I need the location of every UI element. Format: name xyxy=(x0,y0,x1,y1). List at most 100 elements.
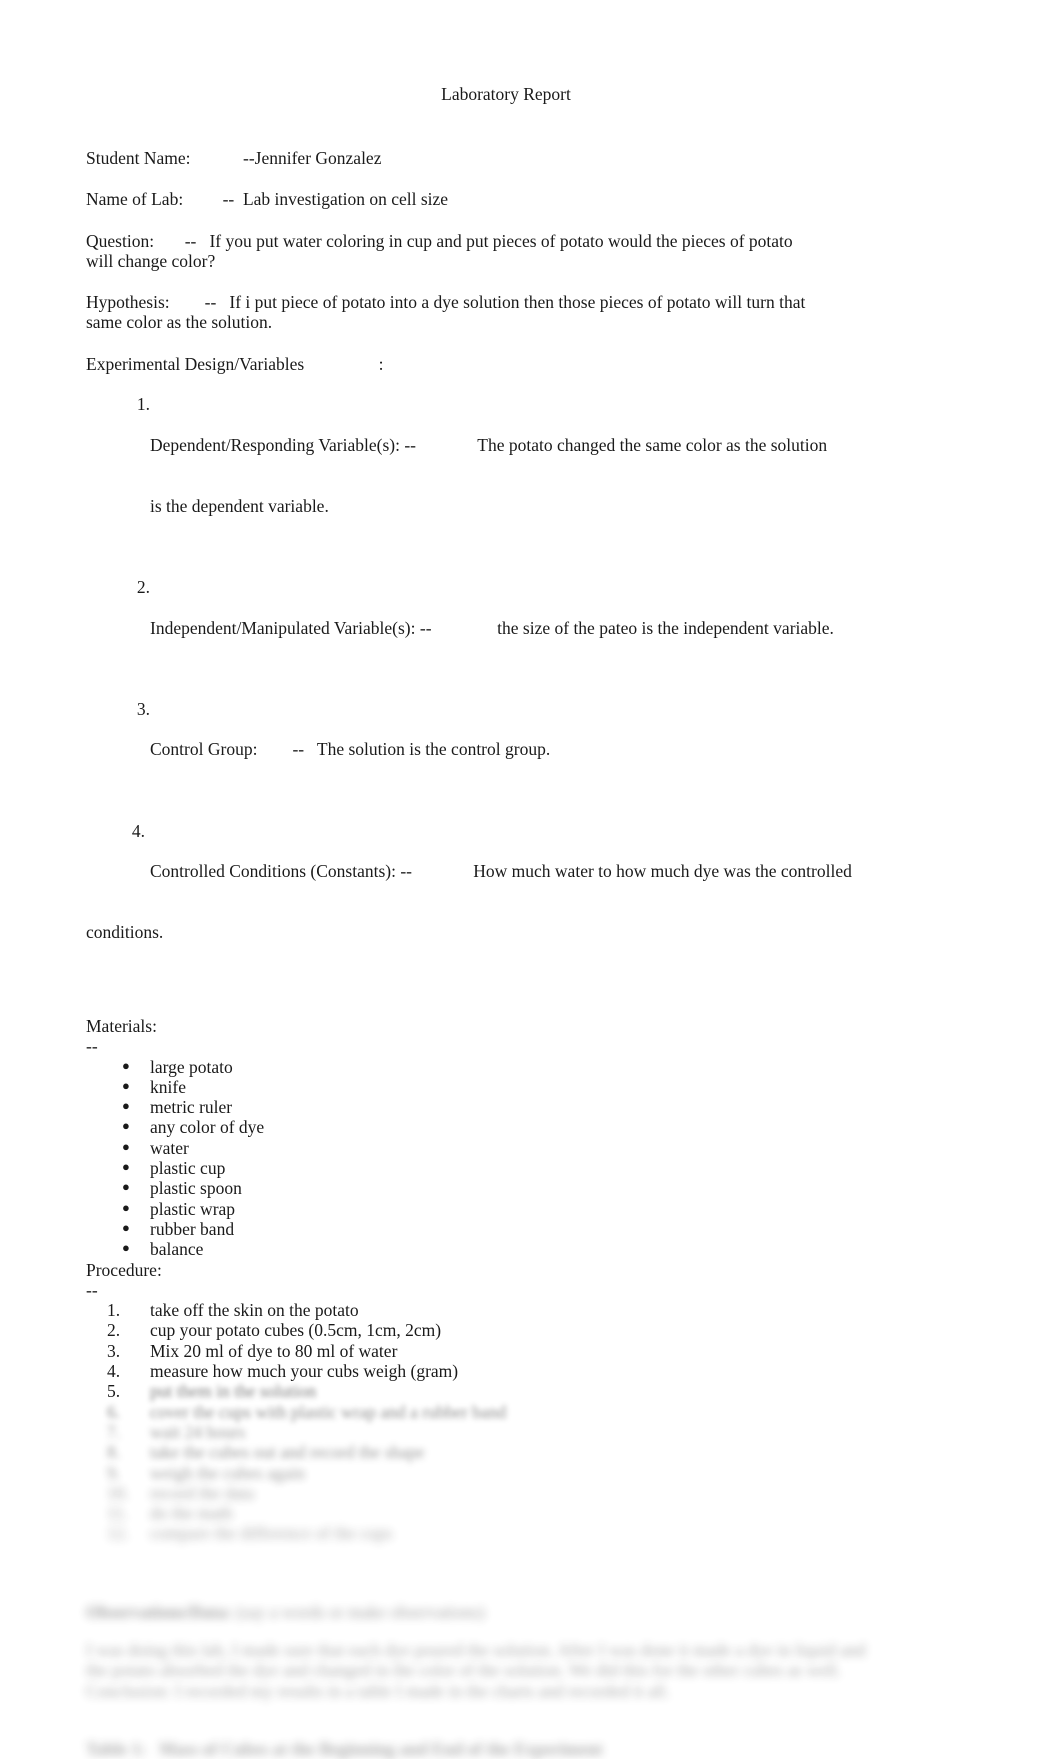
page-title: Laboratory Report xyxy=(441,84,571,104)
procedure-item-label: cup your potato cubes (0.5cm, 1cm, 2cm) xyxy=(150,1320,442,1341)
field-name-of-lab-label: Name of Lab: xyxy=(86,189,184,210)
list-item: 3. Control Group: -- The solution is the… xyxy=(86,679,976,801)
bullet-icon: ● xyxy=(122,1057,130,1073)
section-observations: Observations/Data: (say a words or make … xyxy=(86,1602,976,1701)
list-item: 2. Independent/Manipulated Variable(s): … xyxy=(86,557,976,679)
table-caption: Table 1: Mass of Cubes at the Beginning … xyxy=(86,1739,976,1759)
list-item: 4. measure how much your cubs weigh (gram… xyxy=(86,1361,976,1381)
experimental-design-heading-text: Experimental Design/Variables xyxy=(86,353,305,374)
list-item: ● knife xyxy=(86,1077,976,1097)
list-item: 5. put them in the solution xyxy=(86,1381,976,1401)
field-name-of-lab-gap xyxy=(183,189,222,209)
procedure-item-number: 3. xyxy=(107,1340,121,1361)
materials-item-label: balance xyxy=(150,1239,204,1260)
procedure-item-label-obscured: put them in the solution xyxy=(150,1381,317,1402)
materials-item-label: plastic wrap xyxy=(150,1198,236,1219)
materials-item-label: large potato xyxy=(150,1056,233,1077)
field-question-dash: -- xyxy=(184,230,197,251)
field-question: Question: -- If you put water coloring i… xyxy=(86,231,976,272)
procedure-item-number: 8. xyxy=(107,1442,121,1463)
variables-item-3-dash: -- xyxy=(292,739,305,760)
list-item: ● metric ruler xyxy=(86,1097,976,1117)
observations-paragraph-line: Conclusion: I recorded my results in a t… xyxy=(86,1680,670,1701)
section-procedure: Procedure: -- 1. take off the skin on the… xyxy=(86,1260,976,1544)
section-materials: Materials: -- ● large potato ● knife ● metr… xyxy=(86,1016,976,1260)
bullet-icon: ● xyxy=(122,1199,130,1215)
variables-item-3-value: The solution is the control group. xyxy=(304,739,551,760)
list-item: 10. record the data xyxy=(86,1483,976,1503)
table-caption-title: Mass of Cubes at the Beginning and End o… xyxy=(159,1738,603,1759)
materials-heading: Materials: xyxy=(86,1015,157,1036)
variables-item-3-gap xyxy=(257,739,292,759)
bullet-icon: ● xyxy=(122,1098,130,1114)
procedure-item-label-obscured: cover the cups with plastic wrap and a r… xyxy=(150,1401,507,1422)
field-hypothesis-line2: same color as the solution. xyxy=(86,312,273,333)
field-student-name-line: Student Name: --Jennifer Gonzalez xyxy=(86,148,976,168)
field-hypothesis-dash: -- xyxy=(204,292,217,313)
list-item: ● plastic cup xyxy=(86,1158,976,1178)
field-hypothesis-label: Hypothesis: xyxy=(86,292,170,313)
variables-item-2-line: Independent/Manipulated Variable(s): -- … xyxy=(150,618,976,638)
procedure-item-number: 11. xyxy=(107,1503,129,1524)
variables-item-1-line: Dependent/Responding Variable(s): -- The… xyxy=(150,435,976,455)
variables-item-1-continuation: is the dependent variable. xyxy=(150,495,329,516)
procedure-item-label: Mix 20 ml of dye to 80 ml of water xyxy=(150,1340,398,1361)
variables-item-4-number: 4. xyxy=(131,820,145,841)
list-item: 2. cup your potato cubes (0.5cm, 1cm, 2cm… xyxy=(86,1320,976,1340)
procedure-item-label-obscured: wait 24 hours xyxy=(150,1421,246,1442)
procedure-item-label-obscured: weigh the cubes again xyxy=(150,1462,306,1483)
field-student-name: Student Name: --Jennifer Gonzalez xyxy=(86,148,976,168)
materials-item-label: any color of dye xyxy=(150,1117,265,1138)
variables-item-1-value: The potato changed the same color as the… xyxy=(477,434,828,455)
section-experimental-design: Experimental Design/Variables : 1. Depen… xyxy=(86,354,976,983)
field-question-line1: Question: -- If you put water coloring i… xyxy=(86,231,976,251)
list-item: 7. wait 24 hours xyxy=(86,1422,976,1442)
observations-paragraph-line: I was doing this lab, I made sure that e… xyxy=(86,1640,866,1660)
procedure-item-number: 2. xyxy=(107,1320,121,1341)
field-question-value: If you put water coloring in cup and put… xyxy=(196,230,793,251)
list-item: ● balance xyxy=(86,1239,976,1259)
variables-item-2-number: 2. xyxy=(136,577,150,598)
variables-item-2-value: the size of the pateo is the independent… xyxy=(497,617,834,638)
materials-dash: -- xyxy=(86,1036,98,1057)
procedure-item-label-obscured: do the math xyxy=(150,1503,233,1524)
variables-item-2-gap xyxy=(432,618,498,638)
materials-item-label: knife xyxy=(150,1076,186,1097)
bullet-icon: ● xyxy=(122,1219,130,1235)
bullet-icon: ● xyxy=(122,1159,130,1175)
variables-item-4-gap xyxy=(412,861,473,881)
list-item: 1. take off the skin on the potato xyxy=(86,1300,976,1320)
variables-list: 1. Dependent/Responding Variable(s): -- … xyxy=(86,374,976,983)
bullet-icon: ● xyxy=(122,1118,130,1134)
field-hypothesis-gap xyxy=(170,292,205,312)
field-question-gap xyxy=(154,231,185,251)
experimental-design-heading: Experimental Design/Variables : xyxy=(86,354,976,374)
procedure-item-number: 4. xyxy=(107,1361,121,1382)
list-item: ● rubber band xyxy=(86,1219,976,1239)
experimental-design-heading-gap xyxy=(304,354,378,374)
field-question-label: Question: xyxy=(86,230,155,251)
variables-item-4-continuation: conditions. xyxy=(86,922,164,943)
document-page: Laboratory Report Student Name: --Jennif… xyxy=(0,0,1062,1759)
procedure-heading: Procedure: xyxy=(86,1259,162,1280)
procedure-item-number: 9. xyxy=(107,1462,121,1483)
bullet-icon: ● xyxy=(122,1077,130,1093)
table-caption-text xyxy=(146,1739,159,1759)
observations-paragraph-line: the potato absorbed the dye and changed … xyxy=(86,1660,841,1681)
procedure-item-label: take off the skin on the potato xyxy=(150,1300,359,1321)
table-caption-label: Table 1: xyxy=(86,1738,147,1759)
variables-item-1-number: 1. xyxy=(136,394,150,415)
experimental-design-heading-colon: : xyxy=(378,353,384,374)
list-item: ● large potato xyxy=(86,1057,976,1077)
variables-item-1-label: Dependent/Responding Variable(s): -- xyxy=(150,434,416,455)
procedure-item-number: 5. xyxy=(107,1381,121,1402)
variables-item-3-label: Control Group: xyxy=(150,739,258,760)
materials-list: ● large potato ● knife ● metric ruler ● any … xyxy=(86,1057,976,1260)
variables-item-4-label: Controlled Conditions (Constants): -- xyxy=(150,861,413,882)
field-hypothesis-value: If i put piece of potato into a dye solu… xyxy=(216,292,806,313)
procedure-item-number: 10. xyxy=(107,1482,129,1503)
variables-item-2-label: Independent/Manipulated Variable(s): -- xyxy=(150,617,432,638)
bullet-icon: ● xyxy=(122,1179,130,1195)
list-item: 6. cover the cups with plastic wrap and a… xyxy=(86,1402,976,1422)
field-student-name-label: Student Name: xyxy=(86,148,191,168)
